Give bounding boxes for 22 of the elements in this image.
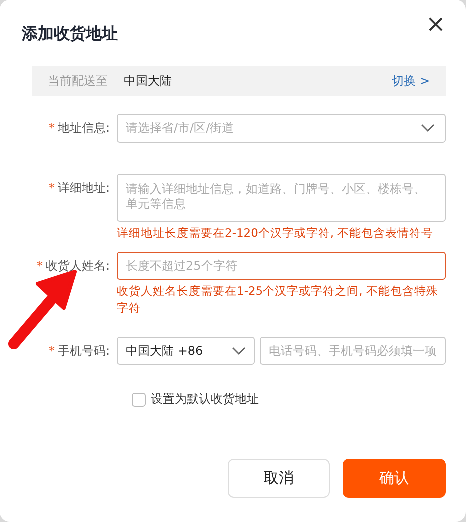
close-button[interactable]: ×	[426, 14, 446, 34]
field-label: * 收货人姓名:	[36, 258, 110, 275]
error-message: 收货人姓名长度需要在1-25个汉字或字符之间, 不能包含特殊字符	[117, 283, 440, 317]
field-label: * 地址信息:	[48, 120, 110, 137]
checkbox-label: 设置为默认收货地址	[151, 391, 259, 408]
region-select[interactable]: 中国大陆 +86	[117, 337, 255, 365]
default-checkbox[interactable]	[132, 392, 146, 406]
banner-label: 当前配送至	[48, 72, 108, 90]
error-message: 详细地址长度需要在2-120个汉字或字符, 不能包含表情符号	[117, 225, 435, 242]
name-field[interactable]: 长度不超过25个字符	[117, 252, 446, 280]
switch-link[interactable]: 切换 >	[392, 72, 430, 90]
chevron-down-icon	[421, 124, 435, 133]
field-label: * 手机号码:	[48, 343, 110, 360]
cancel-button[interactable]: 取消	[228, 459, 330, 498]
chevron-down-icon	[232, 346, 246, 356]
detail-address-field[interactable]: 请输入详细地址信息，如道路、门牌号、小区、楼栋号、单元等信息	[117, 174, 446, 222]
confirm-button[interactable]: 确认	[343, 459, 446, 498]
dialog-title: 添加收货地址	[22, 23, 118, 45]
address-select[interactable]: 请选择省/市/区/街道	[117, 114, 446, 143]
banner-value: 中国大陆	[124, 72, 173, 90]
field-label: * 详细地址:	[48, 180, 110, 197]
phone-field[interactable]: 电话号码、手机号码必须填一项	[260, 337, 446, 365]
